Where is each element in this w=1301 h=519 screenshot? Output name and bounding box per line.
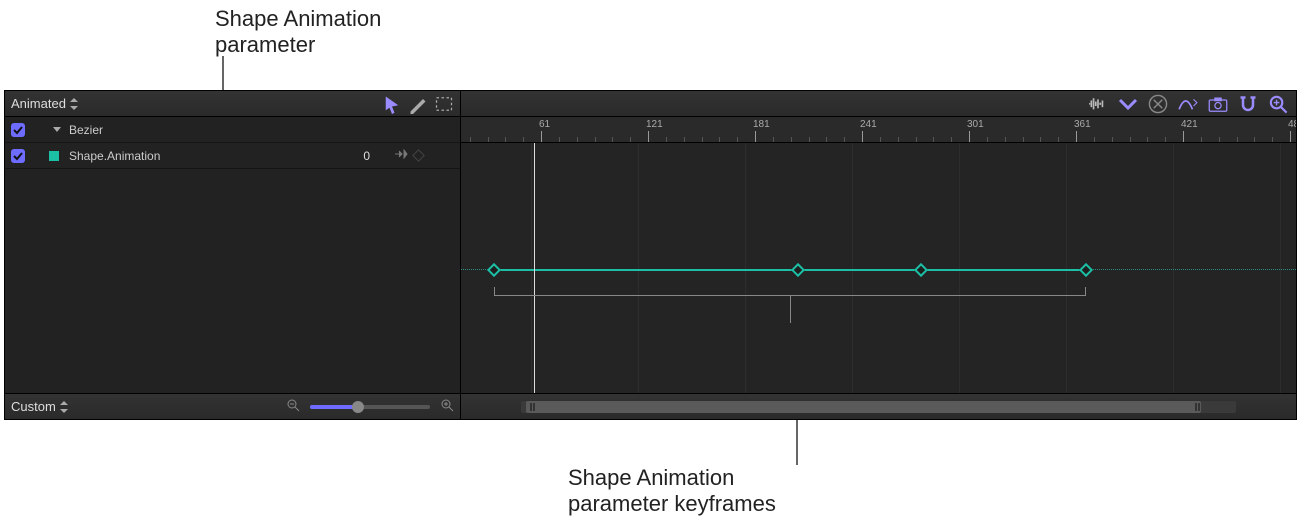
annotation-shape-parameter: Shape Animation parameter	[215, 6, 381, 59]
annotation-keyframes: Shape Animation parameter keyframes	[568, 465, 776, 518]
disclosure-triangle-icon[interactable]	[53, 127, 61, 132]
curve-mode-popup[interactable]: Custom	[11, 399, 68, 414]
snapping-icon[interactable]	[1238, 94, 1258, 114]
sketch-tool-icon[interactable]	[408, 94, 428, 114]
parameter-list-sidebar: Animated	[5, 91, 461, 419]
enable-checkbox[interactable]	[11, 149, 25, 163]
annotation-text: Shape Animation parameter keyframes	[568, 465, 776, 516]
ruler-tick-label: 241	[860, 119, 877, 130]
zoom-slider-thumb[interactable]	[352, 401, 364, 413]
keyframe-editor-panel: Animated	[4, 90, 1297, 420]
keyframe-bracket-callout	[494, 287, 1086, 307]
filter-mode-popup[interactable]: Animated	[11, 96, 78, 111]
jump-to-keyframe-icon[interactable]	[394, 149, 408, 162]
filter-mode-label: Animated	[11, 96, 66, 111]
sidebar-footer: Custom	[5, 393, 460, 419]
parameter-color-swatch	[49, 151, 59, 161]
ruler-tick-label: 121	[646, 119, 663, 130]
snapshot-icon[interactable]	[1208, 94, 1228, 114]
curve-graph-canvas[interactable]	[461, 143, 1296, 393]
group-name: Bezier	[69, 123, 103, 137]
curve-mode-label: Custom	[11, 399, 56, 414]
popup-caret-icon	[60, 401, 68, 413]
scrollbar-grip-icon	[530, 403, 532, 411]
sidebar-header: Animated	[5, 91, 460, 117]
parameter-value[interactable]: 0	[290, 149, 370, 163]
annotation-text: Shape Animation parameter	[215, 6, 381, 57]
parameter-row-shape-animation[interactable]: Shape.Animation 0	[5, 143, 460, 169]
zoom-to-fit-icon[interactable]	[1268, 94, 1288, 114]
ruler-tick-label: 181	[753, 119, 770, 130]
timeline-ruler[interactable]: 61 121 181 241 301 361 421 48	[461, 117, 1296, 143]
add-keyframe-icon[interactable]	[412, 149, 425, 162]
timeline-footer	[461, 393, 1296, 419]
ruler-tick-label: 301	[967, 119, 984, 130]
audio-menu-caret-icon[interactable]	[1118, 94, 1138, 114]
playhead[interactable]	[534, 143, 535, 393]
ruler-tick-label: 48	[1288, 119, 1296, 130]
select-tool-icon[interactable]	[382, 94, 402, 114]
parameter-name: Shape.Animation	[69, 149, 160, 163]
group-row-bezier[interactable]: Bezier	[5, 117, 460, 143]
enable-checkbox[interactable]	[11, 123, 25, 137]
zoom-in-icon[interactable]	[440, 398, 454, 415]
timeline-header	[461, 91, 1296, 117]
horizontal-scrollbar[interactable]	[521, 401, 1236, 413]
box-tool-icon[interactable]	[434, 94, 454, 114]
keyframe-diamond[interactable]	[487, 263, 501, 277]
audio-waveform-icon[interactable]	[1088, 94, 1108, 114]
scrollbar-grip-icon	[1195, 403, 1197, 411]
clear-curve-icon[interactable]	[1148, 94, 1168, 114]
keyframe-diamond[interactable]	[1079, 263, 1093, 277]
popup-caret-icon	[70, 98, 78, 110]
keyframe-diamond[interactable]	[791, 263, 805, 277]
ruler-tick-label: 421	[1181, 119, 1198, 130]
zoom-out-icon[interactable]	[286, 398, 300, 415]
fit-curves-icon[interactable]	[1178, 94, 1198, 114]
ruler-tick-label: 61	[539, 119, 550, 130]
ruler-tick-label: 361	[1074, 119, 1091, 130]
keyframe-diamond[interactable]	[914, 263, 928, 277]
scrollbar-thumb[interactable]	[526, 401, 1201, 413]
curve-line	[461, 269, 1296, 270]
timeline-graph-area: 61 121 181 241 301 361 421 48	[461, 91, 1296, 419]
vertical-zoom-slider[interactable]	[310, 405, 430, 409]
